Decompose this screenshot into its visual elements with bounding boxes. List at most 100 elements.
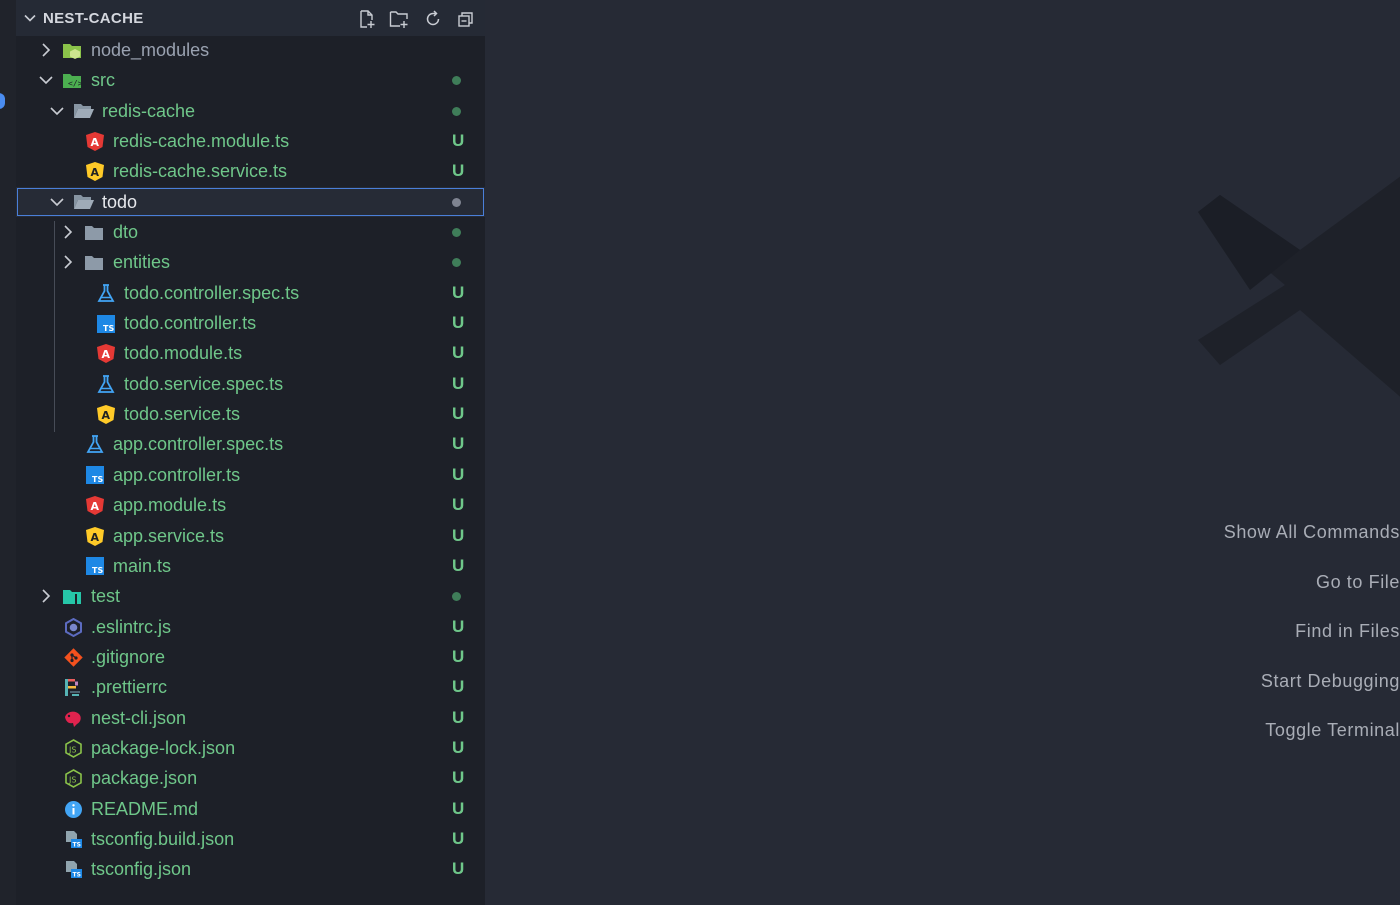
svg-text:A: A xyxy=(102,409,111,422)
svg-text:A: A xyxy=(91,531,100,544)
chevron-down-icon[interactable] xyxy=(49,104,65,123)
prettier-icon xyxy=(63,678,83,697)
folder-icon xyxy=(85,253,105,272)
git-icon xyxy=(63,648,83,667)
chevron-right-icon[interactable] xyxy=(60,225,76,244)
git-status-badge: U xyxy=(452,313,465,333)
tree-file-row[interactable]: app.controller.spec.ts U xyxy=(16,429,485,459)
explorer-title: NEST-CACHE xyxy=(43,10,144,27)
tree-folder-row[interactable]: </> src xyxy=(16,65,485,95)
tree-file-row[interactable]: Aredis-cache.service.ts U xyxy=(16,156,485,186)
tree-file-row[interactable]: .gitignore U xyxy=(16,642,485,672)
tree-file-row[interactable]: TS todo.controller.ts U xyxy=(16,308,485,338)
command-hint: Go to File xyxy=(1315,572,1400,592)
angular-module-icon: A xyxy=(85,132,105,152)
git-status-badge: U xyxy=(452,131,465,151)
tree-file-row[interactable]: JS package.json U xyxy=(16,763,485,793)
folder-open-icon xyxy=(74,193,94,212)
tree-file-row[interactable]: Atodo.module.ts U xyxy=(16,338,485,368)
chevron-right-icon[interactable] xyxy=(60,255,76,274)
svg-text:JS: JS xyxy=(68,776,76,785)
tree-file-row[interactable]: Aapp.service.ts U xyxy=(16,521,485,551)
svg-text:TS: TS xyxy=(92,566,103,575)
tree-item-label: todo xyxy=(102,191,138,212)
src-folder-icon: </> xyxy=(63,71,83,90)
git-status-badge: U xyxy=(452,798,465,818)
test-folder-icon xyxy=(63,587,83,606)
nodejs-icon: JS xyxy=(63,738,83,758)
tree-file-row[interactable]: README.md U xyxy=(16,794,485,824)
tree-item-label: todo.service.ts xyxy=(124,404,241,425)
tree-item-label: app.controller.ts xyxy=(113,464,241,485)
new-folder-icon[interactable] xyxy=(388,8,411,30)
git-status-badge: U xyxy=(452,859,465,879)
test-flask-icon xyxy=(96,283,116,303)
collapse-all-icon[interactable] xyxy=(454,8,477,30)
tree-file-row[interactable]: Aredis-cache.module.ts U xyxy=(16,126,485,156)
tree-file-row[interactable]: TS main.ts U xyxy=(16,551,485,581)
tree-item-label: app.controller.spec.ts xyxy=(113,434,284,455)
git-status-badge: U xyxy=(452,707,465,727)
tree-file-row[interactable]: Aapp.module.ts U xyxy=(16,490,485,520)
tree-folder-row[interactable]: node_modules xyxy=(16,35,485,65)
svg-text:A: A xyxy=(91,136,100,149)
git-status-badge: U xyxy=(452,373,465,393)
git-status-badge: U xyxy=(452,464,465,484)
explorer-header[interactable]: NEST-CACHE xyxy=(16,0,485,36)
tree-folder-row[interactable]: entities xyxy=(16,247,485,277)
tree-file-row[interactable]: todo.controller.spec.ts U xyxy=(16,278,485,308)
tree-file-row[interactable]: TS tsconfig.json U xyxy=(16,854,485,884)
git-status-badge: U xyxy=(452,677,465,697)
new-file-icon[interactable] xyxy=(355,8,378,30)
git-status-badge: U xyxy=(452,282,465,302)
chevron-right-icon[interactable] xyxy=(38,43,54,62)
modified-dot-icon xyxy=(452,258,461,268)
tree-item-label: package.json xyxy=(91,768,198,789)
info-icon xyxy=(63,800,83,819)
tree-file-row[interactable]: TS app.controller.ts U xyxy=(16,460,485,490)
tree-folder-row[interactable]: test xyxy=(16,581,485,611)
tree-item-label: tsconfig.build.json xyxy=(91,828,235,849)
tree-file-row[interactable]: todo.service.spec.ts U xyxy=(16,369,485,399)
explorer-sidebar: NEST-CACHE node_modules </> src redis-cache… xyxy=(16,0,485,905)
eslint-icon xyxy=(63,617,83,637)
git-status-badge: U xyxy=(452,404,465,424)
node-modules-folder-icon xyxy=(63,41,83,60)
tree-item-label: test xyxy=(91,586,121,607)
refresh-icon[interactable] xyxy=(421,8,444,30)
svg-text:A: A xyxy=(102,348,111,361)
tree-item-label: .gitignore xyxy=(91,646,166,667)
svg-text:TS: TS xyxy=(92,475,103,484)
modified-dot-icon xyxy=(452,228,461,238)
angular-service-icon: A xyxy=(96,405,116,425)
tree-item-label: nest-cli.json xyxy=(91,707,187,728)
chevron-down-icon[interactable] xyxy=(49,195,65,214)
tree-item-label: redis-cache.service.ts xyxy=(113,161,288,182)
tree-folder-row[interactable]: dto xyxy=(16,217,485,247)
git-status-badge: U xyxy=(452,343,465,363)
nodejs-icon: JS xyxy=(63,769,83,789)
tree-item-label: app.service.ts xyxy=(113,525,225,546)
svg-text:TS: TS xyxy=(72,841,80,848)
tree-file-row[interactable]: .eslintrc.js U xyxy=(16,612,485,642)
tree-file-row[interactable]: Atodo.service.ts U xyxy=(16,399,485,429)
command-hint: Start Debugging xyxy=(1260,671,1400,691)
chevron-down-icon[interactable] xyxy=(22,10,38,26)
tree-file-row[interactable]: TS tsconfig.build.json U xyxy=(16,824,485,854)
tree-file-row[interactable]: nest-cli.json U xyxy=(16,703,485,733)
git-status-badge: U xyxy=(452,646,465,666)
svg-text:A: A xyxy=(91,500,100,513)
chevron-down-icon[interactable] xyxy=(38,73,54,92)
tree-item-label: node_modules xyxy=(91,40,210,60)
tree-folder-row[interactable]: redis-cache xyxy=(16,96,485,126)
tree-item-label: package-lock.json xyxy=(91,737,236,758)
chevron-right-icon[interactable] xyxy=(38,589,54,608)
tree-file-row[interactable]: JS package-lock.json U xyxy=(16,733,485,763)
git-status-badge: U xyxy=(452,495,465,515)
tree-file-row[interactable]: .prettierrc U xyxy=(16,672,485,702)
tree-item-label: redis-cache.module.ts xyxy=(113,131,290,152)
tree-folder-row[interactable]: todo xyxy=(16,186,485,218)
tree-item-label: README.md xyxy=(91,798,199,819)
activity-bar-edge xyxy=(0,0,16,905)
git-status-badge: U xyxy=(452,768,465,788)
